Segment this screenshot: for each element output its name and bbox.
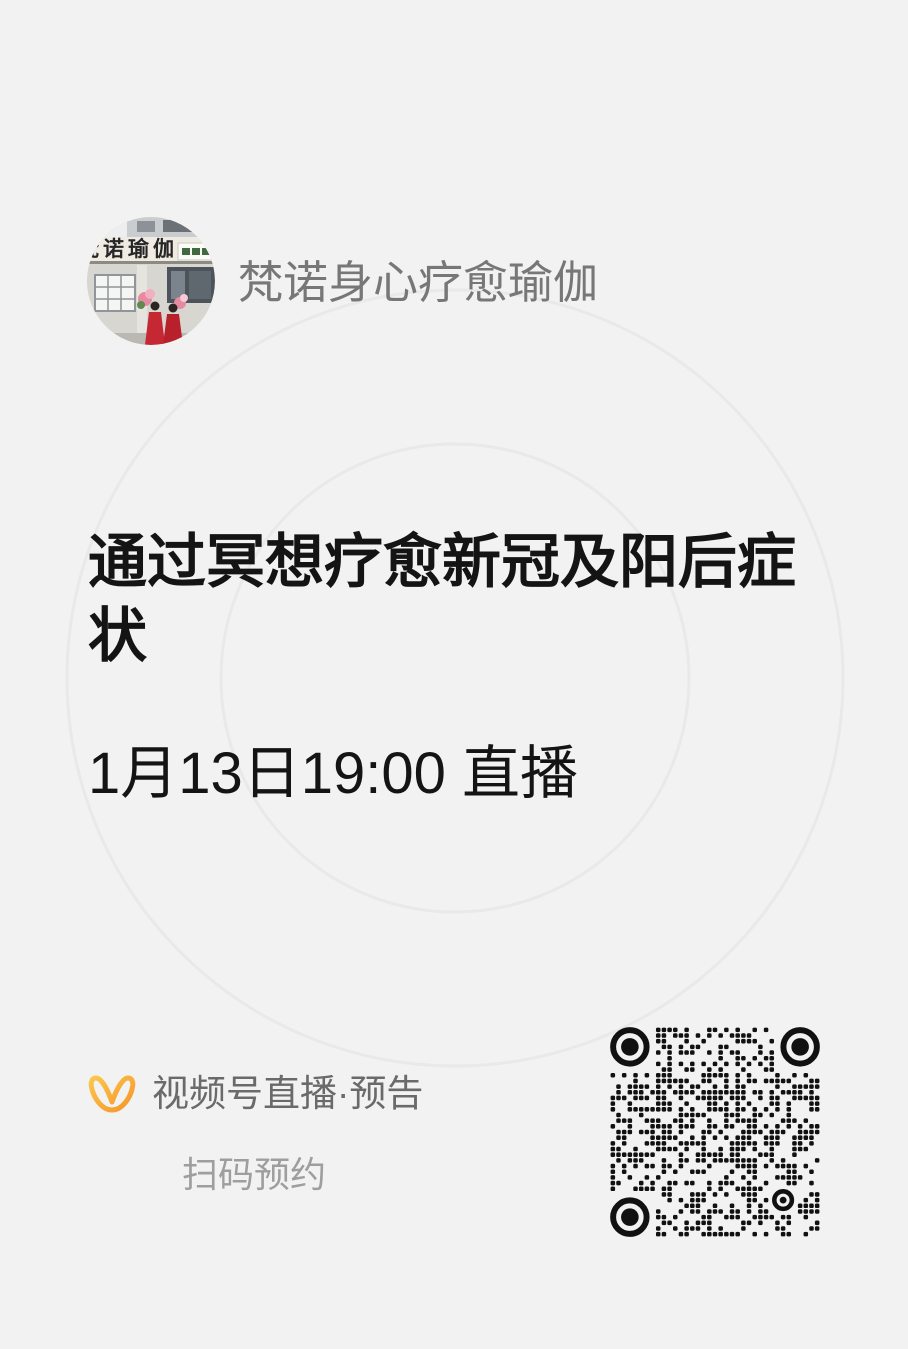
qr-code-graphic xyxy=(610,1027,820,1237)
avatar-small-sign-mark xyxy=(192,248,200,255)
avatar-scene: 梵诺瑜伽 xyxy=(87,217,215,345)
avatar-window-frame xyxy=(94,274,136,312)
live-schedule: 1月13日19:00 直播 xyxy=(88,741,579,806)
avatar-door-glass xyxy=(189,271,211,299)
qr-finder-dot xyxy=(621,1208,639,1226)
avatar-upper-window xyxy=(137,221,155,232)
channels-logo-stroke xyxy=(88,1075,136,1113)
qr-finder-dot xyxy=(791,1038,809,1056)
wechat-channels-logo-icon xyxy=(88,1075,136,1113)
avatar-flower xyxy=(145,289,155,299)
qr-code[interactable] xyxy=(610,1027,820,1237)
avatar-flower-leaf xyxy=(137,301,145,309)
avatar-sign-text: 梵诺瑜伽 xyxy=(87,236,178,261)
qr-alignment-dot xyxy=(779,1196,787,1204)
scan-to-reserve-label: 扫码预约 xyxy=(182,1154,327,1195)
avatar-figure-head xyxy=(150,301,160,311)
avatar-window xyxy=(94,274,136,312)
decor-ring-inner xyxy=(219,442,691,914)
avatar-door xyxy=(167,267,215,303)
avatar-small-sign-mark xyxy=(182,248,190,255)
channels-brand-text: 视频号直播·预告 xyxy=(152,1073,424,1114)
live-title: 通过冥想疗愈新冠及阳后症状 xyxy=(88,529,797,669)
account-name: 梵诺身心疗愈瑜伽 xyxy=(238,257,599,308)
avatar-photo: 梵诺瑜伽 xyxy=(87,217,215,345)
avatar-sign-edge xyxy=(87,261,215,264)
live-preview-poster: 梵诺瑜伽 梵诺身心疗愈瑜伽 通过冥想疗愈新冠及阳后症状 1月13日19:00 直… xyxy=(0,0,908,1349)
avatar-figure-head xyxy=(168,303,178,313)
channels-brand: 视频号直播·预告 xyxy=(88,1070,423,1118)
decor-ring-outer xyxy=(65,288,845,1068)
avatar-flower xyxy=(180,294,188,302)
qr-finder-dot xyxy=(621,1038,639,1056)
avatar: 梵诺瑜伽 xyxy=(87,217,215,345)
